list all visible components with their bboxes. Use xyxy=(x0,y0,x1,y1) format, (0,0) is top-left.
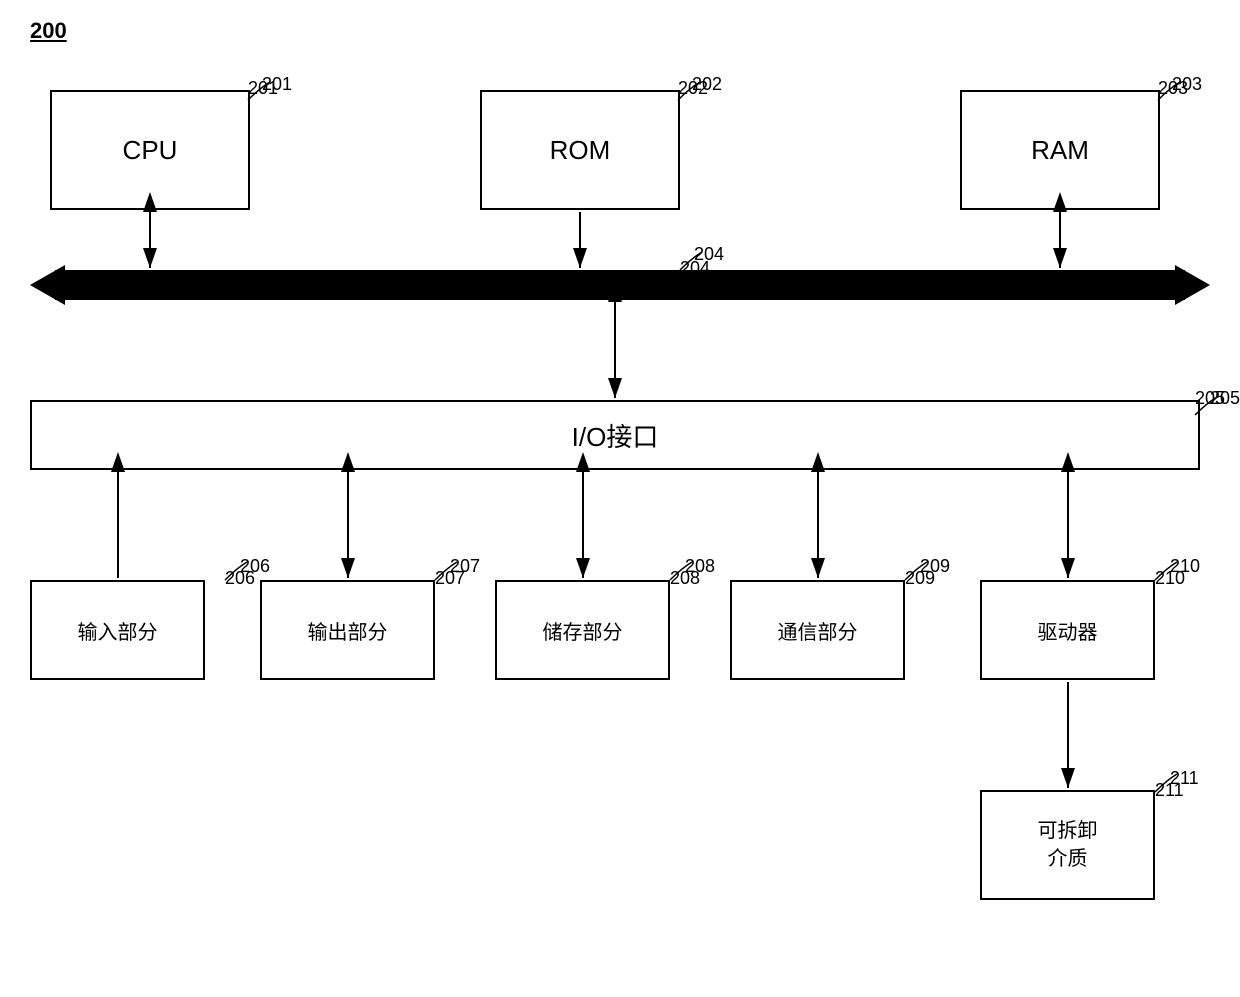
rom-box: ROM xyxy=(480,90,680,210)
ref-label-208: 208 xyxy=(685,556,715,577)
cpu-box: CPU xyxy=(50,90,250,210)
diagram-container: 200 CPU 201 ROM 202 RAM 203 204 I/O接口 20… xyxy=(0,0,1240,997)
media-box: 可拆卸 介质 xyxy=(980,790,1155,900)
ref-label-202: 202 xyxy=(692,74,722,95)
ref-label-203: 203 xyxy=(1172,74,1202,95)
ref-label-209: 209 xyxy=(920,556,950,577)
ref-label-207: 207 xyxy=(450,556,480,577)
input-label: 输入部分 xyxy=(78,616,158,645)
io-box: I/O接口 xyxy=(30,400,1200,470)
output-label: 输出部分 xyxy=(308,616,388,645)
media-label: 可拆卸 介质 xyxy=(1038,817,1098,873)
figure-label: 200 xyxy=(30,18,67,44)
input-box: 输入部分 xyxy=(30,580,205,680)
comm-label: 通信部分 xyxy=(778,616,858,645)
comm-box: 通信部分 xyxy=(730,580,905,680)
ref-label-201: 201 xyxy=(262,74,292,95)
ref-label-206: 206 xyxy=(240,556,270,577)
ref-label-205: 205 xyxy=(1210,388,1240,409)
ram-label: RAM xyxy=(1031,135,1089,166)
rom-label: ROM xyxy=(550,135,611,166)
storage-box: 储存部分 xyxy=(495,580,670,680)
io-label: I/O接口 xyxy=(572,417,659,454)
output-box: 输出部分 xyxy=(260,580,435,680)
ref-label-204: 204 xyxy=(694,244,724,265)
ref-label-211: 211 xyxy=(1170,768,1199,789)
ram-box: RAM xyxy=(960,90,1160,210)
storage-label: 储存部分 xyxy=(543,616,623,645)
driver-box: 驱动器 xyxy=(980,580,1155,680)
ref-label-210: 210 xyxy=(1170,556,1200,577)
cpu-label: CPU xyxy=(123,135,178,166)
driver-label: 驱动器 xyxy=(1038,616,1098,645)
